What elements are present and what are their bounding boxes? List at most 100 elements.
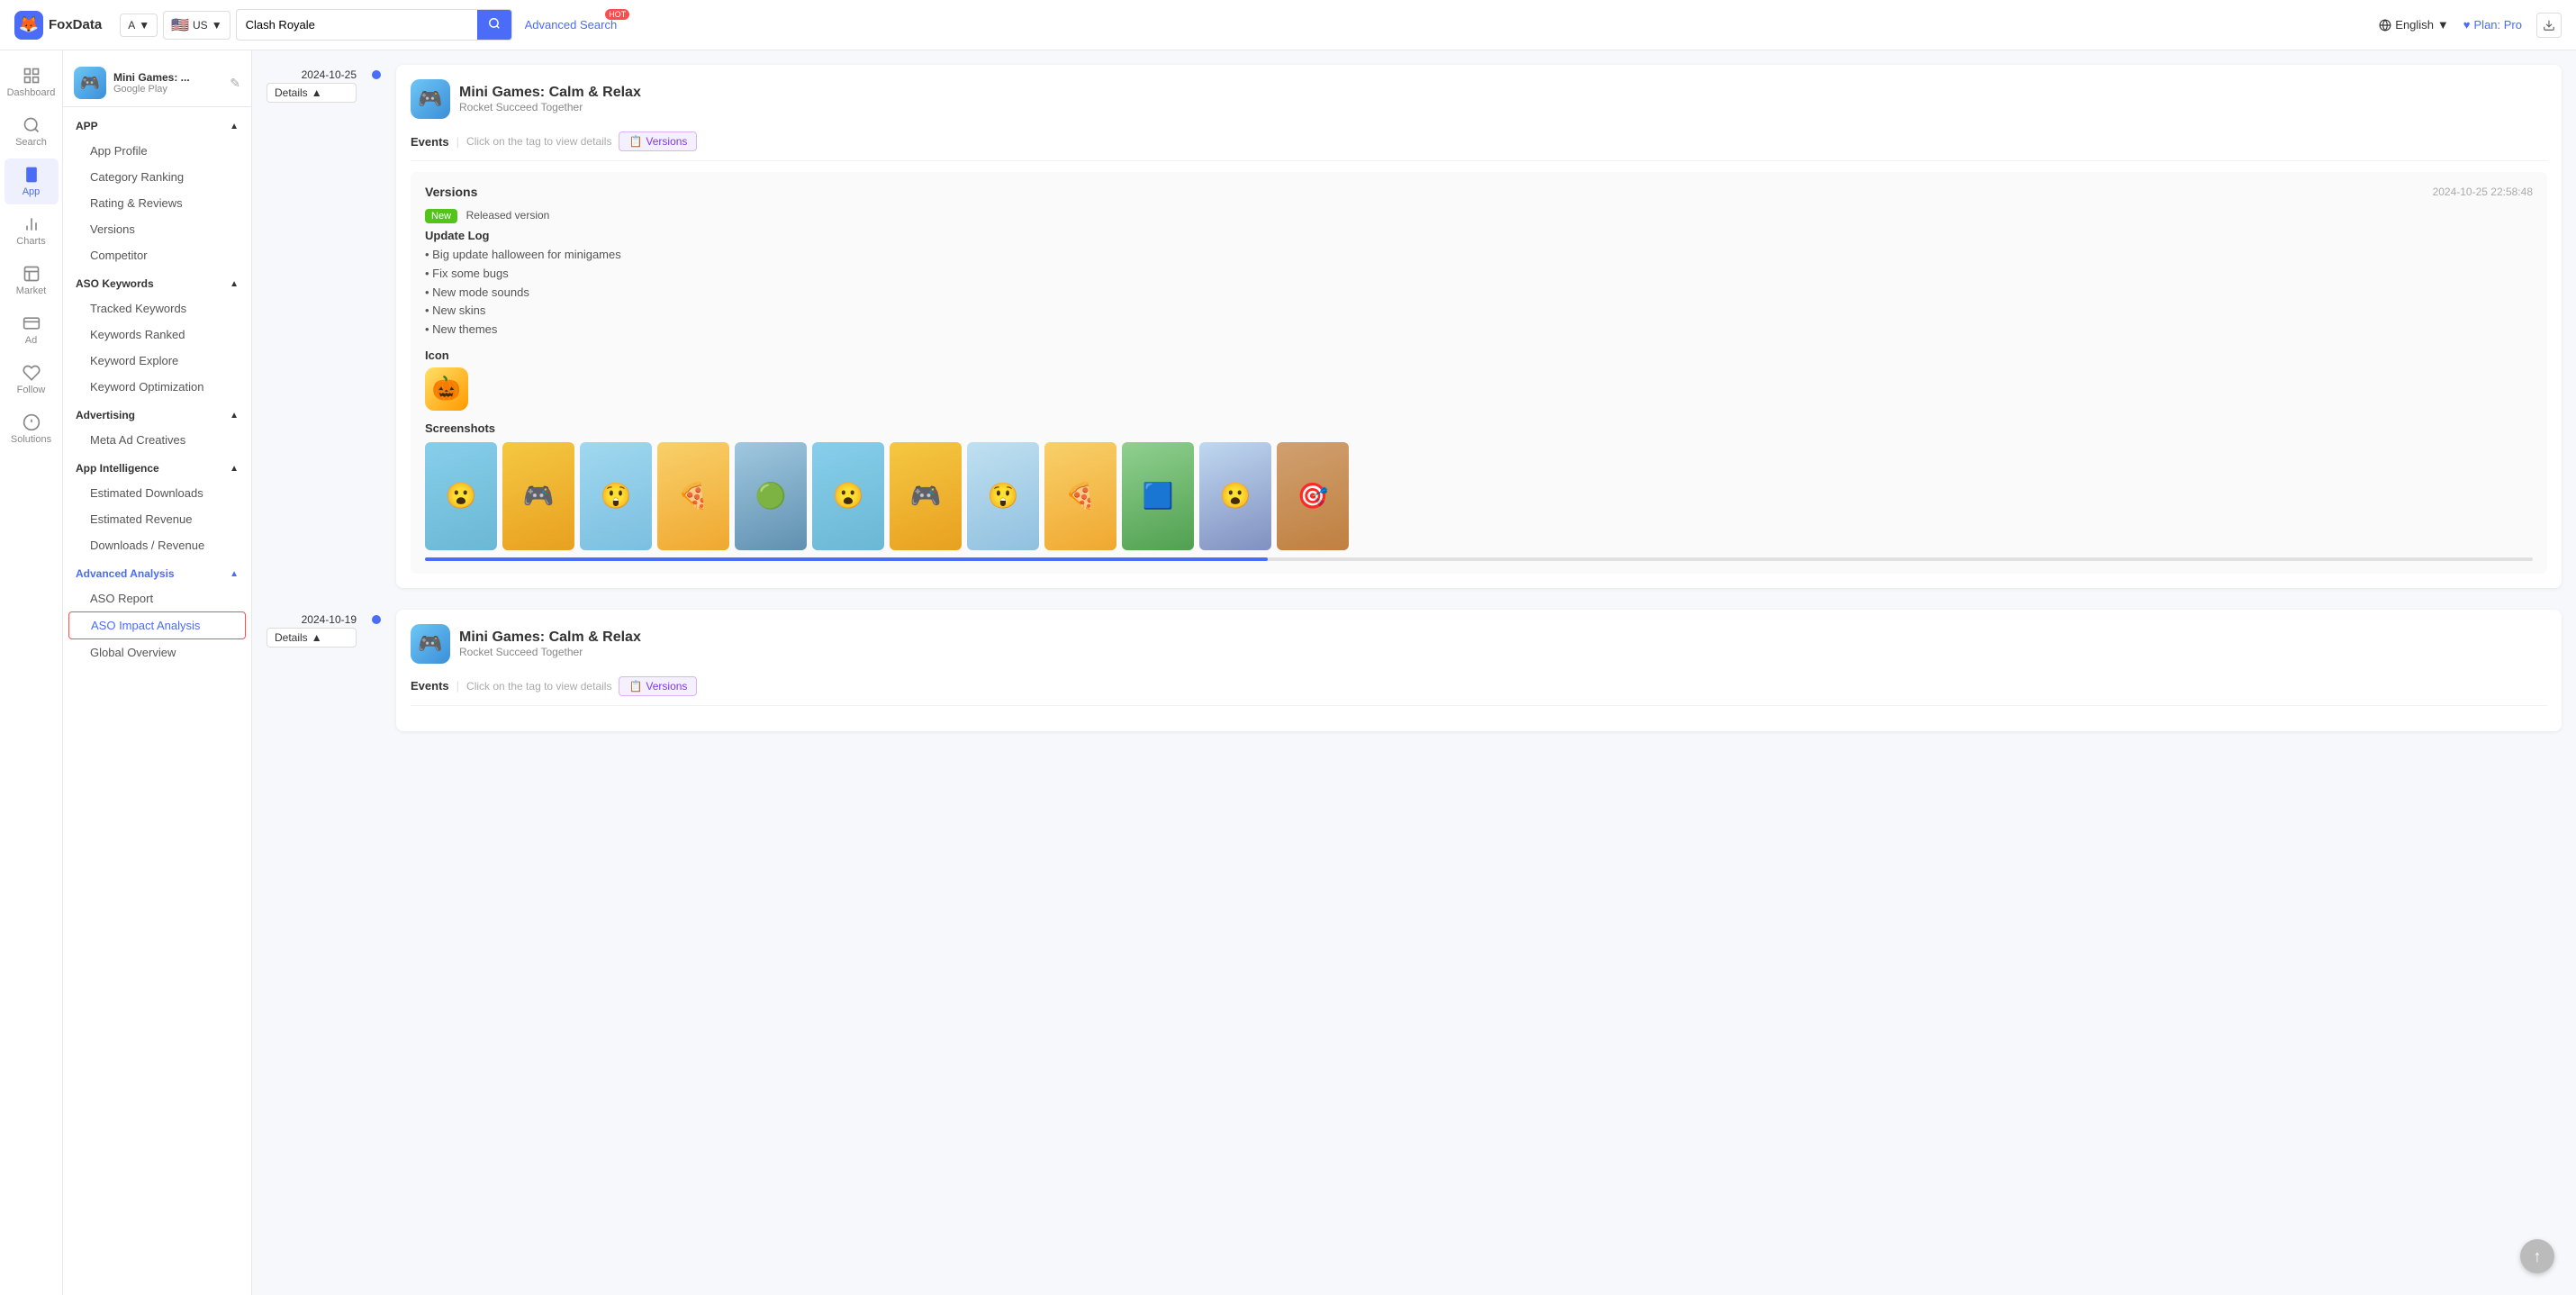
screenshots-scrollbar-1[interactable] (425, 557, 2533, 561)
sidebar-item-estimated-revenue[interactable]: Estimated Revenue (68, 506, 246, 532)
language-chevron-icon: ▼ (2437, 18, 2449, 32)
advanced-search-button[interactable]: Advanced Search HOT (518, 14, 625, 35)
sidebar-item-global-overview[interactable]: Global Overview (68, 639, 246, 666)
nav-app[interactable]: App (5, 158, 59, 204)
advanced-search-label: Advanced Search (525, 18, 618, 32)
sidebar-item-estimated-downloads[interactable]: Estimated Downloads (68, 480, 246, 506)
screenshots-row-1: 😮 🎮 😲 🍕 🟢 😮 🎮 😲 🍕 🟦 😮 🎯 (425, 442, 2533, 554)
nav-app-label: App (23, 186, 41, 197)
main-layout: Dashboard Search App Charts Market Ad Fo… (0, 50, 2576, 1295)
sidebar-item-app-profile[interactable]: App Profile (68, 138, 246, 164)
versions-header-1: Versions 2024-10-25 22:58:48 (425, 185, 2533, 199)
app-title-block-2: Mini Games: Calm & Relax Rocket Succeed … (459, 629, 641, 658)
sidebar-section-advertising: Advertising ▲ Meta Ad Creatives (63, 403, 251, 453)
nav-solutions-label: Solutions (11, 434, 51, 445)
events-row-1: Events | Click on the tag to view detail… (411, 131, 2547, 161)
events-hint-2: Click on the tag to view details (466, 680, 611, 693)
search-button[interactable] (477, 10, 511, 40)
timeline-details-button-2[interactable]: Details ▲ (267, 628, 357, 648)
logo-text: FoxData (49, 17, 102, 32)
download-button[interactable] (2536, 13, 2562, 38)
app-title-2: Mini Games: Calm & Relax (459, 629, 641, 646)
details-label-1: Details (275, 86, 308, 99)
nav-dashboard[interactable]: Dashboard (5, 59, 59, 105)
screenshot-1: 😮 (425, 442, 497, 550)
sidebar-edit-icon[interactable]: ✎ (230, 76, 240, 91)
version-tag-1[interactable]: 📋 Versions (619, 131, 697, 151)
screenshot-7: 🎮 (890, 442, 962, 550)
sidebar-item-category-ranking[interactable]: Category Ranking (68, 164, 246, 190)
nav-ad-label: Ad (25, 335, 37, 346)
language-select[interactable]: English ▼ (2379, 18, 2449, 32)
events-label-1: Events (411, 135, 449, 149)
version-tag-2[interactable]: 📋 Versions (619, 676, 697, 696)
details-label-2: Details (275, 631, 308, 644)
sidebar-section-app: APP ▲ App Profile Category Ranking Ratin… (63, 114, 251, 268)
sidebar-section-advanced-analysis: Advanced Analysis ▲ ASO Report ASO Impac… (63, 562, 251, 666)
update-log-title-1: Update Log (425, 229, 2533, 242)
events-row-2: Events | Click on the tag to view detail… (411, 676, 2547, 706)
sidebar-app-info: Mini Games: ... Google Play (113, 71, 222, 95)
sidebar-app-name: Mini Games: ... (113, 71, 222, 84)
logo[interactable]: 🦊 FoxData (14, 11, 102, 40)
app-icon-1: 🎮 (411, 79, 450, 119)
country-flag: 🇺🇸 (171, 16, 189, 34)
sidebar-item-rating-reviews[interactable]: Rating & Reviews (68, 190, 246, 216)
sidebar-section-app-label: APP (76, 120, 98, 132)
app-title-1: Mini Games: Calm & Relax (459, 85, 641, 101)
icon-section-1: Icon 🎃 (425, 349, 2533, 411)
icon-section-title-1: Icon (425, 349, 2533, 362)
screenshots-section-1: Screenshots 😮 🎮 😲 🍕 🟢 😮 🎮 😲 🍕 🟦 (425, 421, 2533, 561)
country-select[interactable]: 🇺🇸 US ▼ (163, 11, 230, 40)
sidebar-section-app-intelligence-header[interactable]: App Intelligence ▲ (63, 457, 251, 480)
versions-section-1: Versions 2024-10-25 22:58:48 New Release… (411, 172, 2547, 574)
version-tag-icon-1: 📋 (628, 135, 642, 148)
nav-search[interactable]: Search (5, 109, 59, 155)
update-log-item-4: • New skins (425, 302, 2533, 321)
nav-market[interactable]: Market (5, 258, 59, 303)
app-intelligence-section-chevron-icon: ▲ (230, 464, 239, 474)
timeline-details-button-1[interactable]: Details ▲ (267, 83, 357, 103)
scroll-to-top-button[interactable]: ↑ (2520, 1239, 2554, 1273)
sidebar-item-keyword-optimization[interactable]: Keyword Optimization (68, 374, 246, 400)
sidebar-item-keyword-explore[interactable]: Keyword Explore (68, 348, 246, 374)
search-box (236, 9, 512, 41)
search-area: A ▼ 🇺🇸 US ▼ Advanced Search HOT (120, 9, 624, 41)
sidebar-item-tracked-keywords[interactable]: Tracked Keywords (68, 295, 246, 321)
sidebar-item-competitor[interactable]: Competitor (68, 242, 246, 268)
icon-navigation: Dashboard Search App Charts Market Ad Fo… (0, 50, 63, 1295)
nav-ad[interactable]: Ad (5, 307, 59, 353)
sidebar-section-app-header[interactable]: APP ▲ (63, 114, 251, 138)
update-log-item-2: • Fix some bugs (425, 265, 2533, 284)
sidebar-item-aso-impact-analysis[interactable]: ASO Impact Analysis (68, 611, 246, 639)
platform-label: A (128, 19, 135, 32)
screenshot-9: 🍕 (1044, 442, 1116, 550)
timeline-dot-1 (372, 70, 381, 79)
sidebar-item-meta-ad-creatives[interactable]: Meta Ad Creatives (68, 427, 246, 453)
nav-market-label: Market (16, 285, 47, 296)
released-label-1: Released version (466, 209, 550, 222)
timeline-dot-col-1 (367, 65, 385, 588)
app-header-row-1: 🎮 Mini Games: Calm & Relax Rocket Succee… (411, 79, 2547, 119)
details-chevron-icon-2: ▲ (312, 631, 322, 644)
timeline-date-col-2: 2024-10-19 Details ▲ (267, 610, 357, 731)
screenshot-5: 🟢 (735, 442, 807, 550)
platform-chevron-icon: ▼ (139, 19, 149, 32)
sidebar-section-aso-header[interactable]: ASO Keywords ▲ (63, 272, 251, 295)
sidebar-item-aso-report[interactable]: ASO Report (68, 585, 246, 611)
sidebar-item-versions[interactable]: Versions (68, 216, 246, 242)
timeline-item-2: 2024-10-19 Details ▲ 🎮 Mini Games: Calm … (267, 610, 2562, 731)
platform-select[interactable]: A ▼ (120, 14, 158, 37)
sidebar-item-keywords-ranked[interactable]: Keywords Ranked (68, 321, 246, 348)
sidebar-item-downloads-revenue[interactable]: Downloads / Revenue (68, 532, 246, 558)
versions-status-row: New Released version (425, 208, 2533, 222)
nav-follow[interactable]: Follow (5, 357, 59, 403)
events-label-2: Events (411, 679, 449, 693)
plan-badge[interactable]: ♥ Plan: Pro (2463, 18, 2522, 32)
search-input[interactable] (237, 12, 477, 38)
nav-solutions[interactable]: Solutions (5, 406, 59, 452)
sidebar-section-advertising-header[interactable]: Advertising ▲ (63, 403, 251, 427)
sidebar-section-advanced-analysis-header[interactable]: Advanced Analysis ▲ (63, 562, 251, 585)
country-code: US (193, 19, 208, 32)
nav-charts[interactable]: Charts (5, 208, 59, 254)
